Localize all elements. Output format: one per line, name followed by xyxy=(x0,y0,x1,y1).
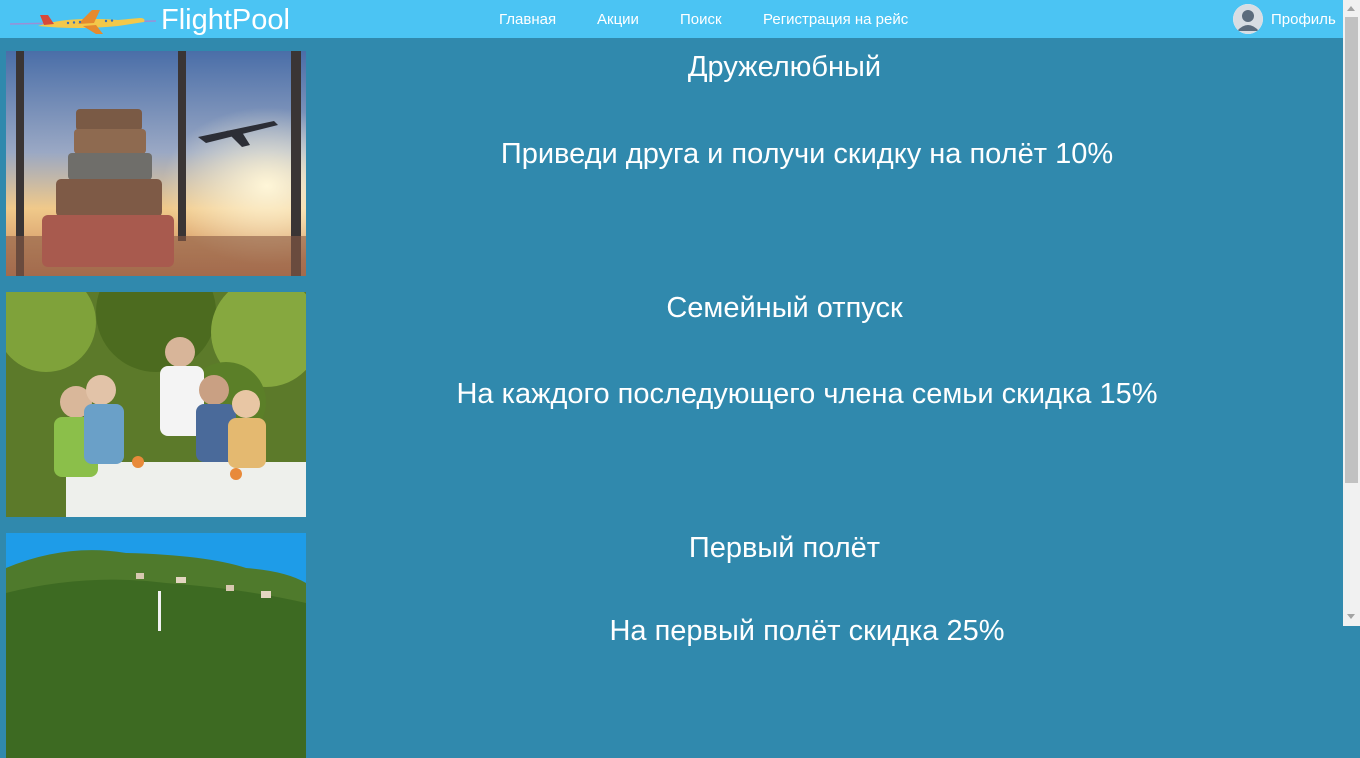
promo-image-suitcases xyxy=(6,51,306,276)
promo-image-family xyxy=(6,292,306,517)
nav-link-search[interactable]: Поиск xyxy=(680,11,722,29)
promo-title: Дружелюбный xyxy=(687,51,882,83)
promo-title: Первый полёт xyxy=(688,532,881,564)
promo-description: На первый полёт скидка 25% xyxy=(609,615,1005,647)
scroll-down-arrow-icon[interactable] xyxy=(1347,614,1355,619)
nav-link-promotions[interactable]: Акции xyxy=(597,11,639,29)
vertical-scrollbar[interactable] xyxy=(1343,0,1360,626)
scroll-up-arrow-icon[interactable] xyxy=(1347,6,1355,11)
user-avatar-icon xyxy=(1233,4,1263,34)
avatar xyxy=(1233,4,1263,34)
nav-link-home[interactable]: Главная xyxy=(499,11,556,29)
scrollbar-thumb[interactable] xyxy=(1345,17,1358,483)
nav-link-checkin[interactable]: Регистрация на рейс xyxy=(763,11,908,29)
brand-logo-link[interactable]: FlightPool xyxy=(161,3,290,37)
profile-label: Профиль xyxy=(1271,10,1336,28)
airplane-logo-icon xyxy=(9,10,157,34)
promo-description: Приведи друга и получи скидку на полёт 1… xyxy=(500,138,1114,170)
promo-description: На каждого последующего члена семьи скид… xyxy=(456,378,1158,410)
header-bar: FlightPool Главная Акции Поиск Регистрац… xyxy=(0,0,1343,38)
promo-image-hills xyxy=(6,533,306,758)
profile-link[interactable]: Профиль xyxy=(1233,4,1336,34)
promo-title: Семейный отпуск xyxy=(666,292,903,324)
